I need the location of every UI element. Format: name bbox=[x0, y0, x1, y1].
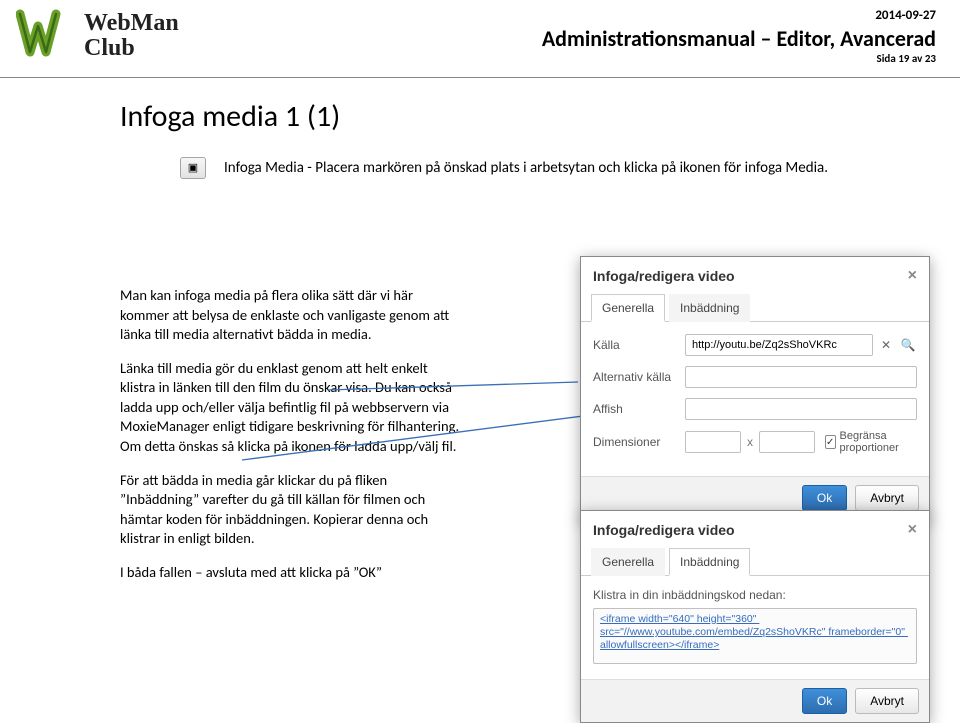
alt-source-input[interactable] bbox=[685, 366, 917, 388]
tab-embed[interactable]: Inbäddning bbox=[669, 294, 750, 322]
logo-text: WebMan Club bbox=[84, 11, 179, 61]
intro-text: Infoga Media - Placera markören på önska… bbox=[224, 159, 828, 177]
page-title: Infoga media 1 (1) bbox=[120, 98, 930, 135]
logo: WebMan Club bbox=[16, 8, 179, 64]
poster-input[interactable] bbox=[685, 398, 917, 420]
constrain-checkbox[interactable]: ✓ Begränsa proportioner bbox=[825, 430, 917, 454]
ok-button[interactable]: Ok bbox=[802, 688, 847, 714]
source-input[interactable] bbox=[685, 334, 873, 356]
label-poster: Affish bbox=[593, 402, 685, 416]
height-input[interactable] bbox=[759, 431, 815, 453]
logo-icon bbox=[16, 8, 76, 64]
paragraph-3: För att bädda in media går klickar du på… bbox=[120, 471, 460, 549]
tab-general[interactable]: Generella bbox=[591, 294, 665, 322]
browse-icon[interactable]: 🔍 bbox=[899, 336, 917, 354]
paragraph-4: I båda fallen – avsluta med att klicka p… bbox=[120, 563, 460, 583]
instructions-column: Man kan infoga media på flera olika sätt… bbox=[120, 286, 460, 596]
cancel-button[interactable]: Avbryt bbox=[855, 485, 919, 511]
ok-button[interactable]: Ok bbox=[802, 485, 847, 511]
insert-media-icon[interactable]: ▣ bbox=[180, 157, 206, 179]
dialog-insert-video-embed: Infoga/redigera video × Generella Inbädd… bbox=[580, 510, 930, 723]
width-input[interactable] bbox=[685, 431, 741, 453]
label-dimensions: Dimensioner bbox=[593, 435, 685, 449]
dialog-insert-video-general: Infoga/redigera video × Generella Inbädd… bbox=[580, 256, 930, 520]
paragraph-1: Man kan infoga media på flera olika sätt… bbox=[120, 286, 460, 345]
logo-line1: WebMan bbox=[84, 11, 179, 36]
dimension-separator: x bbox=[747, 435, 753, 449]
label-source: Källa bbox=[593, 338, 685, 352]
dialog2-title: Infoga/redigera video bbox=[593, 522, 735, 538]
constrain-label: Begränsa proportioner bbox=[840, 430, 918, 454]
logo-line2: Club bbox=[84, 36, 179, 61]
label-alt-source: Alternativ källa bbox=[593, 370, 685, 384]
paragraph-2: Länka till media gör du enklast genom at… bbox=[120, 359, 460, 457]
header-page: Sida 19 av 23 bbox=[542, 52, 936, 65]
document-header: WebMan Club 2014-09-27 Administrationsma… bbox=[0, 0, 960, 78]
close-icon[interactable]: × bbox=[908, 521, 917, 539]
dialog1-title: Infoga/redigera video bbox=[593, 268, 735, 284]
tab-embed[interactable]: Inbäddning bbox=[669, 548, 750, 576]
embed-textarea[interactable] bbox=[593, 608, 917, 664]
clear-icon[interactable]: ✕ bbox=[877, 336, 895, 354]
intro-row: ▣ Infoga Media - Placera markören på öns… bbox=[180, 157, 930, 179]
close-icon[interactable]: × bbox=[908, 267, 917, 285]
tab-general[interactable]: Generella bbox=[591, 548, 665, 576]
embed-label: Klistra in din inbäddningskod nedan: bbox=[593, 588, 917, 602]
header-right: 2014-09-27 Administrationsmanual – Edito… bbox=[542, 8, 936, 65]
header-date: 2014-09-27 bbox=[542, 8, 936, 23]
cancel-button[interactable]: Avbryt bbox=[855, 688, 919, 714]
header-title: Administrationsmanual – Editor, Avancera… bbox=[542, 25, 936, 52]
